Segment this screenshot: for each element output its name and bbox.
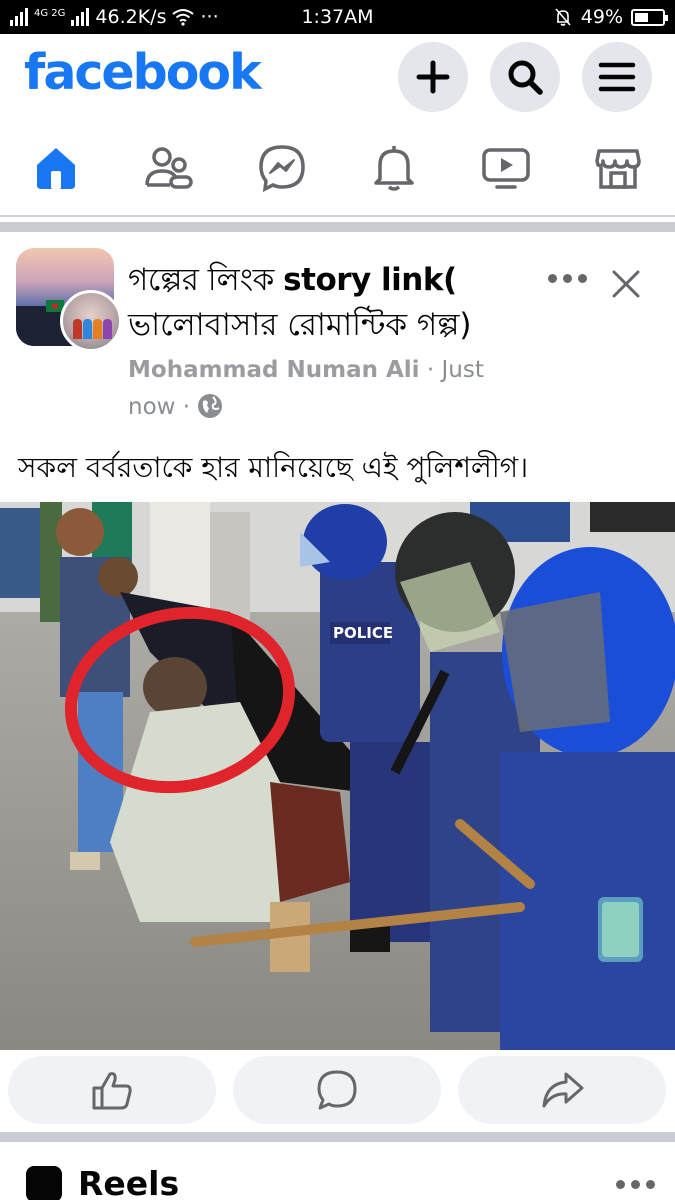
tab-marketplace[interactable] bbox=[590, 140, 646, 196]
post-photo[interactable]: POLICE bbox=[0, 502, 675, 1050]
comment-button[interactable] bbox=[233, 1056, 441, 1124]
profile-avatar[interactable] bbox=[60, 290, 122, 352]
status-bar: 4G 2G 46.2K/s ··· 1:37AM 49% bbox=[0, 0, 675, 34]
close-icon[interactable] bbox=[610, 268, 642, 300]
reels-options-icon[interactable] bbox=[616, 1180, 655, 1189]
post-meta: Mohammad Numan Ali · Just now · bbox=[128, 352, 548, 426]
police-badge-text: POLICE bbox=[333, 624, 393, 642]
battery-icon bbox=[631, 8, 668, 26]
search-icon bbox=[508, 60, 543, 95]
home-icon bbox=[37, 148, 75, 189]
share-button[interactable] bbox=[458, 1056, 666, 1124]
create-button[interactable] bbox=[398, 42, 468, 112]
title-line-2: ভালোবাসার রোমান্টিক গল্প) bbox=[128, 307, 472, 343]
meta-separator-2: · bbox=[175, 394, 198, 420]
like-icon bbox=[92, 1072, 132, 1110]
tab-home[interactable] bbox=[28, 140, 84, 196]
post-title[interactable]: গল্পের লিংক story link( ভালোবাসার রোমান্… bbox=[128, 258, 528, 348]
like-button[interactable] bbox=[8, 1056, 216, 1124]
author-name[interactable]: Mohammad Numan Ali bbox=[128, 357, 420, 383]
reels-section: Reels bbox=[0, 1142, 675, 1200]
photo-illustration: POLICE bbox=[0, 502, 675, 1050]
search-button[interactable] bbox=[490, 42, 560, 112]
marketplace-icon bbox=[595, 149, 641, 189]
tab-bar bbox=[0, 124, 675, 217]
bell-off-icon bbox=[555, 8, 571, 26]
title-bengali: গল্পের লিংক bbox=[128, 262, 284, 298]
notifications-icon bbox=[374, 146, 414, 191]
post-time-part2[interactable]: now bbox=[128, 394, 175, 420]
tab-messenger[interactable] bbox=[254, 140, 310, 196]
post-time-part1[interactable]: Just bbox=[442, 357, 484, 383]
menu-icon bbox=[598, 62, 636, 92]
meta-separator: · bbox=[419, 357, 442, 383]
facebook-logo[interactable]: facebook bbox=[24, 44, 262, 101]
video-icon bbox=[482, 148, 530, 189]
app-header: facebook bbox=[0, 34, 675, 124]
reels-icon bbox=[26, 1166, 62, 1200]
globe-icon bbox=[198, 394, 223, 418]
share-icon bbox=[542, 1072, 584, 1108]
feed-divider bbox=[0, 222, 675, 232]
post-actions bbox=[0, 1052, 675, 1132]
feed-divider-2 bbox=[0, 1132, 675, 1142]
menu-button[interactable] bbox=[582, 42, 652, 112]
reels-title[interactable]: Reels bbox=[78, 1164, 179, 1200]
comment-icon bbox=[317, 1070, 357, 1110]
tab-notifications[interactable] bbox=[366, 140, 422, 196]
post-caption: সকল বর্বরতাকে হার মানিয়েছে এই পুলিশলীগ। bbox=[18, 451, 529, 484]
battery-percent: 49% bbox=[580, 6, 623, 28]
title-english: story link( bbox=[283, 262, 457, 298]
tab-divider bbox=[0, 215, 675, 217]
friends-icon bbox=[145, 147, 193, 189]
post-options-icon[interactable] bbox=[548, 274, 587, 283]
clock: 1:37AM bbox=[301, 6, 374, 28]
tab-video[interactable] bbox=[478, 140, 534, 196]
battery-fill bbox=[635, 12, 648, 22]
messenger-icon bbox=[259, 145, 305, 193]
plus-icon bbox=[416, 60, 450, 94]
tab-friends[interactable] bbox=[140, 140, 196, 196]
